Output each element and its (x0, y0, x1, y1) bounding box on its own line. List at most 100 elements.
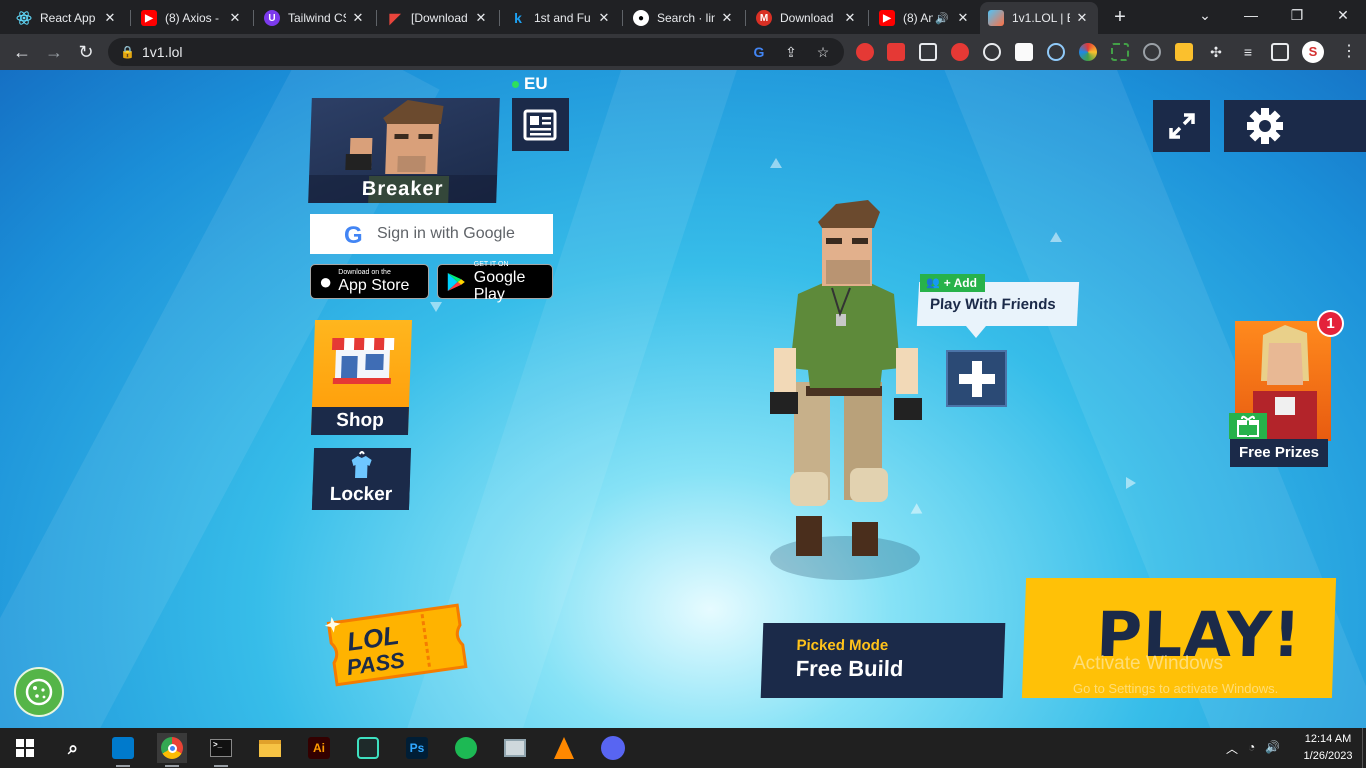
extension-icon[interactable] (887, 43, 905, 61)
speech-tail (966, 326, 986, 338)
profile-avatar[interactable]: S (1302, 41, 1324, 63)
close-icon[interactable]: ✕ (227, 10, 243, 26)
search-icon[interactable]: ⌕ (58, 733, 88, 763)
vlc-icon[interactable] (549, 733, 579, 763)
bookmark-star-icon[interactable]: ☆ (814, 43, 832, 61)
google-logo-icon: G (344, 222, 363, 249)
system-tray[interactable]: ︿ ◔ 🔊 (1226, 740, 1280, 757)
forward-button[interactable]: → (42, 40, 66, 64)
game-mode-selector[interactable]: Picked Mode Free Build (760, 623, 1006, 698)
close-window-button[interactable]: ✕ (1328, 4, 1358, 26)
extension-icon[interactable] (983, 43, 1001, 61)
address-bar[interactable]: 🔒 1v1.lol G ⇪ ☆ (108, 38, 844, 66)
invite-friend-button[interactable] (946, 350, 1007, 407)
free-prizes-label[interactable]: Free Prizes (1230, 439, 1328, 467)
terminal-icon[interactable]: >_ (206, 733, 236, 767)
locker-button[interactable]: Locker (311, 448, 412, 510)
share-icon[interactable]: ⇪ (782, 43, 800, 61)
photos-icon[interactable] (500, 733, 530, 763)
menu-kebab-icon[interactable]: ⋮ (1340, 43, 1358, 61)
tab-1v1lol[interactable]: 1v1.LOL | E ✕ (980, 2, 1098, 34)
tab-search-icon[interactable]: ⌄ (1190, 4, 1220, 26)
extension-icon[interactable] (919, 43, 937, 61)
settings-button[interactable] (1224, 100, 1366, 152)
close-icon[interactable]: ✕ (1074, 10, 1090, 26)
tab-separator (499, 10, 500, 26)
picked-mode-label: Picked Mode (796, 637, 889, 654)
back-button[interactable]: ← (10, 40, 34, 64)
close-icon[interactable]: ✕ (955, 10, 971, 26)
locker-label: Locker (311, 480, 410, 510)
tab-download[interactable]: ◤ [Download ✕ (379, 4, 497, 32)
photoshop-icon[interactable]: Ps (402, 733, 432, 763)
speaker-icon[interactable]: 🔊 (935, 12, 949, 25)
close-icon[interactable]: ✕ (596, 10, 612, 26)
volume-icon[interactable]: 🔊 (1265, 740, 1280, 757)
tab-download-m[interactable]: M Download ✕ (748, 4, 866, 32)
spotify-icon[interactable] (451, 733, 481, 763)
fullscreen-button[interactable] (1153, 100, 1210, 152)
tab-title: Download (780, 11, 834, 25)
minimize-button[interactable]: — (1236, 4, 1266, 26)
extension-icon[interactable] (1047, 43, 1065, 61)
new-tab-button[interactable]: + (1108, 5, 1132, 29)
skin-card[interactable]: Breaker (308, 98, 500, 203)
server-region[interactable]: EU (512, 74, 548, 94)
tab-github-search[interactable]: ● Search · lin ✕ (625, 4, 743, 32)
tab-title: Tailwind CS (288, 11, 346, 25)
wifi-icon[interactable]: ◔ (1248, 740, 1255, 757)
extension-icon[interactable] (1015, 43, 1033, 61)
close-icon[interactable]: ✕ (719, 10, 735, 26)
tab-tailwind[interactable]: U Tailwind CS ✕ (256, 4, 374, 32)
tab-youtube-and[interactable]: ▶ (8) And 🔊 ✕ (871, 4, 979, 32)
google-signin-button[interactable]: G Sign in with Google (310, 214, 553, 254)
online-status-dot (512, 80, 519, 88)
vscode-icon[interactable] (108, 733, 138, 767)
google-play-icon (447, 272, 465, 291)
extension-icon[interactable] (1143, 43, 1161, 61)
close-icon[interactable]: ✕ (473, 10, 489, 26)
url-text: 1v1.lol (142, 44, 183, 60)
windows-start-icon[interactable] (10, 733, 40, 763)
side-panel-icon[interactable] (1271, 43, 1289, 61)
extension-icon[interactable] (856, 43, 874, 61)
play-button[interactable]: PLAY! (1021, 578, 1337, 698)
lol-pass-button[interactable]: LOL PASS (322, 598, 472, 690)
close-icon[interactable]: ✕ (102, 10, 118, 26)
tab-react-app[interactable]: React App ✕ (8, 4, 126, 32)
youtube-icon: ▶ (879, 10, 895, 26)
reload-button[interactable]: ↻ (74, 40, 98, 64)
close-icon[interactable]: ✕ (350, 10, 366, 26)
add-friend-tag[interactable]: 👥 + Add (920, 274, 985, 292)
game-viewport[interactable]: EU Breaker G Sign in with Google ● Downl… (0, 70, 1366, 728)
chevron-up-icon[interactable]: ︿ (1226, 740, 1238, 757)
close-icon[interactable]: ✕ (842, 10, 858, 26)
shop-button[interactable]: Shop (310, 320, 413, 435)
capcut-icon[interactable] (353, 733, 383, 763)
chrome-icon[interactable] (157, 733, 187, 767)
tab-axios[interactable]: ▶ (8) Axios - ✕ (133, 4, 251, 32)
discord-icon[interactable] (598, 733, 628, 763)
illustrator-icon[interactable]: Ai (304, 733, 334, 763)
google-signin-label: Sign in with Google (377, 225, 515, 242)
extension-icon[interactable] (1175, 43, 1193, 61)
app-store-button[interactable]: ● Download on the App Store (310, 264, 429, 299)
tab-first-and-future[interactable]: k 1st and Fu ✕ (502, 4, 620, 32)
show-desktop-button[interactable] (1362, 728, 1366, 768)
restore-button[interactable]: ❐ (1282, 4, 1312, 26)
tab-separator (376, 10, 377, 26)
github-icon: ● (633, 10, 649, 26)
extension-icon[interactable] (1079, 43, 1097, 61)
react-icon (16, 10, 32, 26)
cookie-settings-button[interactable] (14, 667, 64, 717)
system-clock[interactable]: 12:14 AM 1/26/2023 (1296, 731, 1360, 765)
media-control-icon[interactable]: ≡ (1239, 43, 1257, 61)
news-button[interactable] (512, 98, 569, 151)
google-play-button[interactable]: GET IT ON Google Play (437, 261, 553, 303)
lock-icon: 🔒 (120, 45, 135, 59)
extension-icon[interactable] (1111, 43, 1129, 61)
extensions-puzzle-icon[interactable]: ✣ (1207, 43, 1225, 61)
google-lens-icon[interactable]: G (750, 43, 768, 61)
extension-icon[interactable] (951, 43, 969, 61)
file-explorer-icon[interactable] (255, 733, 285, 763)
